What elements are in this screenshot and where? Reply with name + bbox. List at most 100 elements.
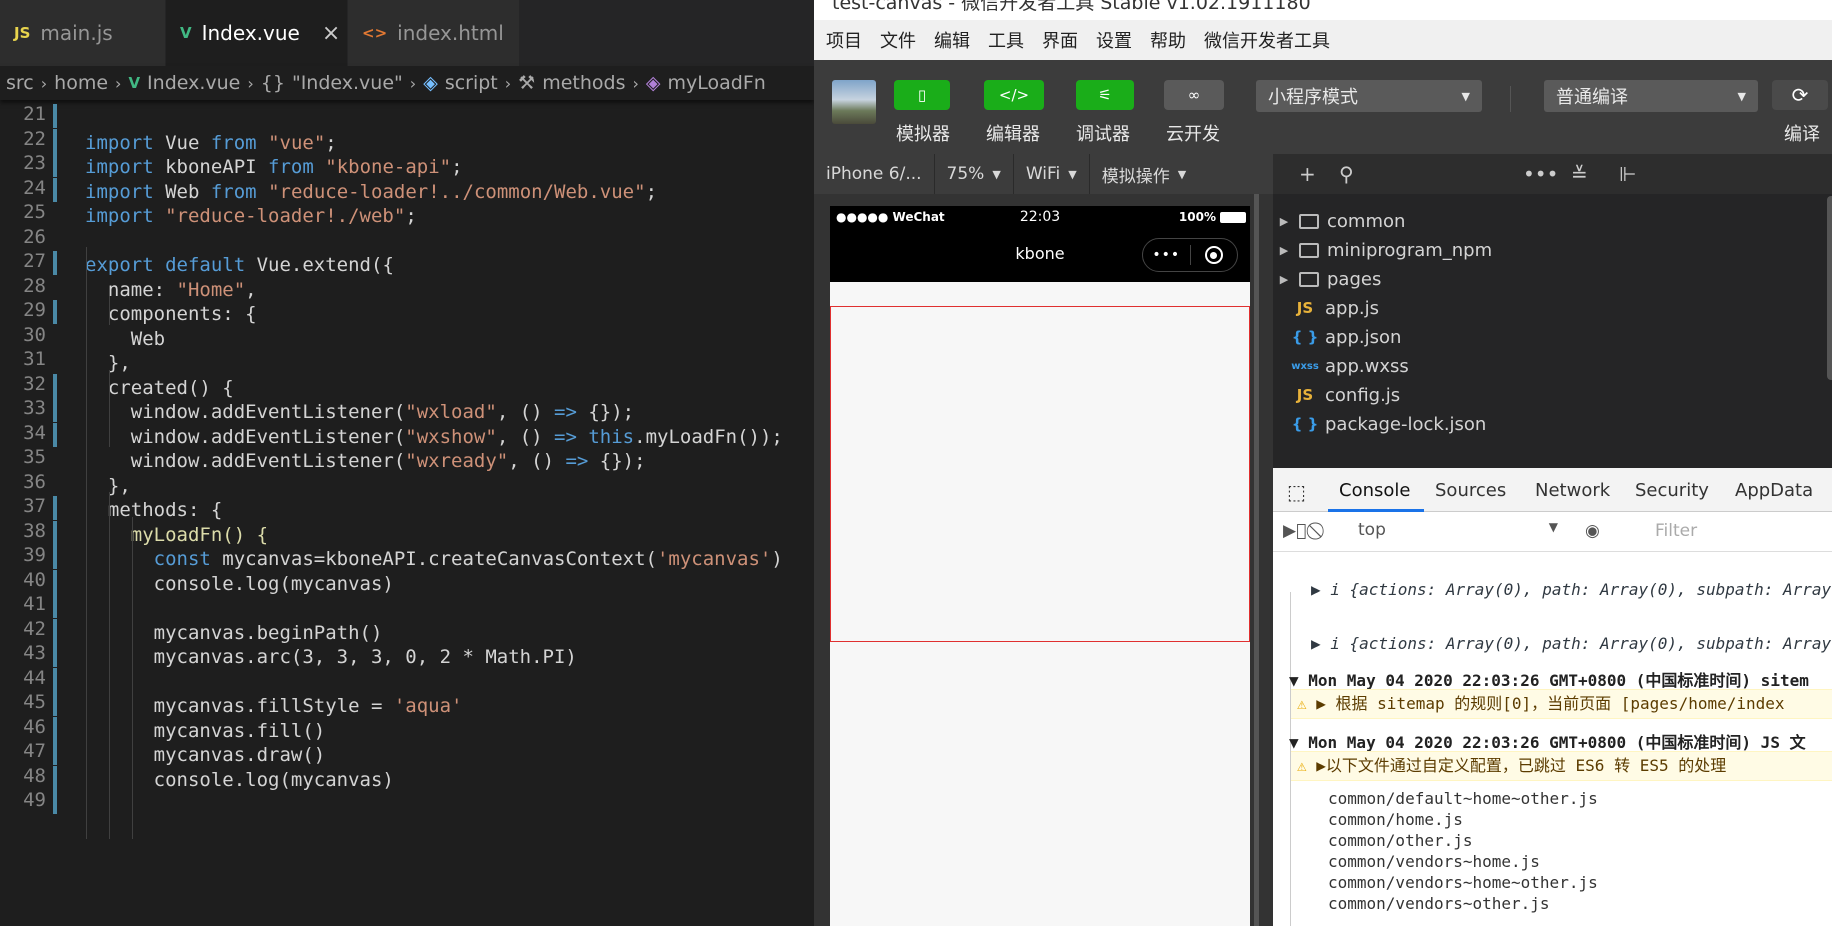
menu-edit[interactable]: 编辑: [934, 27, 970, 53]
tab-label: main.js: [40, 21, 113, 45]
menu-help[interactable]: 帮助: [1150, 27, 1186, 53]
search-icon[interactable]: ⚲: [1339, 162, 1354, 186]
cloud-button[interactable]: ∞: [1164, 80, 1224, 110]
page-body: [830, 282, 1250, 926]
json-file-icon: { }: [1291, 328, 1319, 346]
main-toolbar: ▯ 模拟器 </> 编辑器 ⚟ 调试器 ∞ 云开发 小程序模式 ▼ 普通编译 ▼…: [814, 60, 1832, 154]
simulate-value: 模拟操作: [1101, 166, 1170, 187]
breadcrumb-home[interactable]: home: [54, 72, 108, 94]
close-icon[interactable]: ×: [322, 21, 340, 46]
sliders-icon: ⚟: [1098, 86, 1112, 104]
menu-project[interactable]: 项目: [826, 27, 862, 53]
tab-security[interactable]: Security: [1635, 480, 1709, 501]
chevron-right-icon: ›: [632, 73, 639, 93]
breadcrumb-object[interactable]: "Index.vue": [292, 72, 403, 94]
tree-item-label: package-lock.json: [1325, 413, 1487, 435]
simulate-action-select[interactable]: 模拟操作 ▼: [1090, 154, 1198, 194]
caret-down-icon: ▼: [1548, 520, 1558, 534]
tab-main-js[interactable]: JS main.js: [0, 0, 166, 66]
caret-right-icon: ▶: [1279, 243, 1289, 257]
avatar[interactable]: [832, 80, 876, 124]
menu-devtools[interactable]: 微信开发者工具: [1204, 27, 1330, 53]
folder-icon: [1299, 242, 1319, 258]
menu-file[interactable]: 文件: [880, 27, 916, 53]
tab-index-vue[interactable]: V Index.vue ×: [166, 0, 348, 66]
sidebar-toggle-icon[interactable]: ▶⃞: [1283, 521, 1306, 541]
json-file-icon: { }: [1291, 415, 1319, 433]
menu-tools[interactable]: 工具: [988, 27, 1024, 53]
more-icon[interactable]: •••: [1143, 247, 1190, 263]
compile-mode-select[interactable]: 普通编译 ▼: [1544, 80, 1758, 112]
close-target-icon[interactable]: [1190, 246, 1237, 264]
console-file-entry: common/home.js: [1328, 810, 1463, 829]
canvas-element[interactable]: [830, 306, 1250, 642]
compile-mode-value: 普通编译: [1556, 87, 1628, 108]
js-file-icon: JS: [1296, 299, 1314, 317]
debugger-button[interactable]: ⚟: [1076, 80, 1134, 110]
console-object-line[interactable]: ▶ i {actions: Array(0), path: Array(0), …: [1311, 634, 1832, 653]
code-editor: JS main.js V Index.vue × <> index.html s…: [0, 0, 814, 926]
tree-item-app-js[interactable]: JS app.js: [1273, 293, 1379, 323]
battery-label: 100%: [1178, 210, 1216, 224]
file-tree-scrollbar[interactable]: [1827, 196, 1832, 380]
menu-view[interactable]: 界面: [1042, 27, 1078, 53]
zoom-value: 75%: [946, 164, 985, 184]
zoom-select[interactable]: 75% ▼: [935, 154, 1014, 194]
tree-item-app-json[interactable]: { } app.json: [1273, 322, 1402, 352]
collapse-icon[interactable]: ≚: [1571, 162, 1588, 186]
tree-item-app-wxss[interactable]: wxss app.wxss: [1273, 351, 1409, 381]
chevron-down-icon: ▼: [1068, 167, 1077, 181]
simulator-scrollbar[interactable]: [1254, 194, 1259, 926]
wxss-file-icon: wxss: [1291, 360, 1319, 372]
breadcrumb-file[interactable]: Index.vue: [147, 72, 240, 94]
warning-text: ▶ 根据 sitemap 的规则[0]，当前页面 [pages/home/ind…: [1306, 694, 1785, 713]
phone-icon: ▯: [917, 86, 927, 104]
console-group-header[interactable]: ▼ Mon May 04 2020 22:03:26 GMT+0800 (中国标…: [1289, 729, 1832, 753]
inspect-icon[interactable]: ⬚: [1287, 480, 1306, 504]
device-select[interactable]: iPhone 6/...: [814, 154, 935, 194]
folder-icon: [1299, 213, 1319, 229]
context-select[interactable]: top ▼: [1358, 520, 1558, 540]
phone-screen[interactable]: ●●●●● WeChat 22:03 100% kbone •••: [830, 206, 1250, 926]
tree-item-package-lock-json[interactable]: { } package-lock.json: [1273, 409, 1487, 439]
breadcrumb-function[interactable]: myLoadFn: [668, 72, 766, 94]
window-title-bar: test-canvas - 微信开发者工具 Stable v1.02.19111…: [814, 0, 1832, 20]
console-warning[interactable]: ⚠ ▶以下文件通过自定义配置，已跳过 ES6 转 ES5 的处理: [1291, 751, 1832, 781]
console-object-line[interactable]: ▶ i {actions: Array(0), path: Array(0), …: [1311, 580, 1832, 599]
tree-item-label: common: [1327, 210, 1406, 232]
tree-item-config-js[interactable]: JS config.js: [1273, 380, 1400, 410]
console-group-header[interactable]: ▼ Mon May 04 2020 22:03:26 GMT+0800 (中国标…: [1289, 667, 1832, 691]
simulator-panel: ●●●●● WeChat 22:03 100% kbone •••: [814, 194, 1273, 926]
tree-item-common[interactable]: ▶ common: [1273, 206, 1406, 236]
mode-select[interactable]: 小程序模式 ▼: [1256, 80, 1482, 112]
device-value: iPhone 6/...: [826, 164, 922, 184]
add-icon[interactable]: +: [1299, 162, 1316, 186]
layout-icon[interactable]: ⊩: [1619, 162, 1636, 186]
filter-input[interactable]: Filter: [1655, 521, 1697, 541]
compile-button[interactable]: ⟳: [1772, 80, 1828, 110]
chevron-right-icon: ›: [115, 73, 122, 93]
breadcrumb-methods[interactable]: methods: [542, 72, 625, 94]
chevron-right-icon: ›: [40, 73, 48, 93]
tab-index-html[interactable]: <> index.html: [348, 0, 520, 66]
more-icon[interactable]: •••: [1523, 162, 1558, 186]
breadcrumb-script[interactable]: script: [445, 72, 498, 94]
simulator-label: 模拟器: [896, 124, 950, 145]
tree-item-miniprogram-npm[interactable]: ▶ miniprogram_npm: [1273, 235, 1492, 265]
tree-item-pages[interactable]: ▶ pages: [1273, 264, 1382, 294]
tab-sources[interactable]: Sources: [1435, 480, 1506, 501]
tab-console[interactable]: Console: [1339, 480, 1410, 501]
editor-button[interactable]: </>: [984, 80, 1044, 110]
code-area[interactable]: 21 import Vue from "vue"; 22 import kbon…: [0, 100, 814, 926]
simulator-button[interactable]: ▯: [894, 80, 950, 110]
network-select[interactable]: WiFi ▼: [1014, 154, 1090, 194]
tab-appdata[interactable]: AppData: [1735, 480, 1813, 501]
eye-icon[interactable]: ◉: [1585, 521, 1600, 541]
tab-network[interactable]: Network: [1535, 480, 1610, 501]
console-warning[interactable]: ⚠ ▶ 根据 sitemap 的规则[0]，当前页面 [pages/home/i…: [1291, 689, 1832, 719]
tab-label: Index.vue: [201, 21, 300, 45]
breadcrumb-src[interactable]: src: [6, 72, 34, 94]
menu-settings[interactable]: 设置: [1096, 27, 1132, 53]
method-cube-icon: ◈: [645, 72, 661, 94]
warning-icon: ⚠: [1297, 694, 1307, 713]
